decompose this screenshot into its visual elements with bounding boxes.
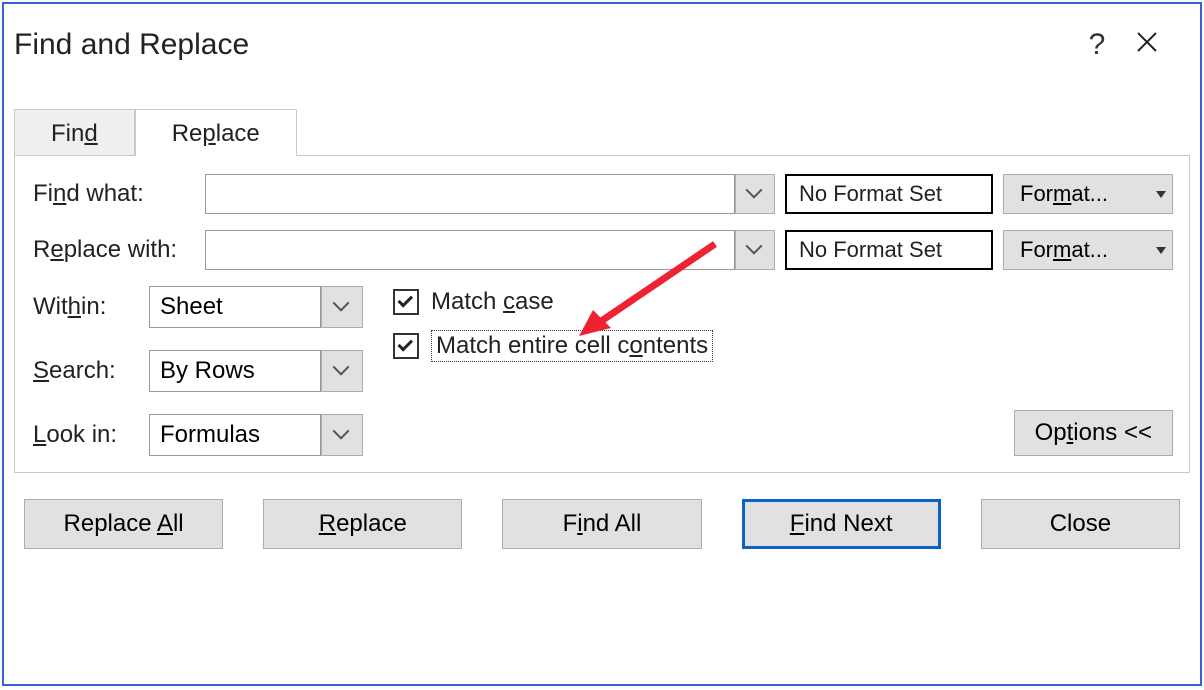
tab-replace[interactable]: Replace [135,109,297,156]
replace-with-row: Replace with: No Format Set Format... [33,230,1173,270]
find-what-label: Find what: [33,180,195,208]
lookin-dropdown[interactable] [321,414,363,456]
find-what-row: Find what: No Format Set Format... [33,174,1173,214]
replace-all-button[interactable]: Replace All [24,499,223,549]
replace-with-combo [205,230,775,270]
titlebar: Find and Replace ? [4,4,1200,70]
find-all-button[interactable]: Find All [502,499,701,549]
lookin-combo [149,414,363,456]
triangle-down-icon [1156,191,1166,198]
within-label: Within: [33,293,141,321]
match-entire-checkbox[interactable]: Match entire cell contents [393,330,713,362]
find-what-combo [205,174,775,214]
find-format-button[interactable]: Format... [1003,174,1173,214]
close-button[interactable]: Close [981,499,1180,549]
lookin-row: Look in: [33,414,363,456]
within-row: Within: [33,286,363,328]
replace-format-button[interactable]: Format... [1003,230,1173,270]
within-dropdown[interactable] [321,286,363,328]
find-what-dropdown[interactable] [735,174,775,214]
search-dropdown[interactable] [321,350,363,392]
replace-button[interactable]: Replace [263,499,462,549]
find-what-input[interactable] [205,174,735,214]
triangle-down-icon [1156,247,1166,254]
dialog-title: Find and Replace [14,28,1072,62]
checkbox-icon [393,333,419,359]
close-icon[interactable] [1122,28,1172,62]
within-combo [149,286,363,328]
replace-with-label: Replace with: [33,236,195,264]
replace-format-status: No Format Set [785,230,993,270]
chevron-down-icon [335,364,349,378]
search-label: Search: [33,357,141,385]
find-replace-dialog: Find and Replace ? Find Replace Find wha… [2,2,1202,686]
search-select[interactable] [149,350,321,392]
help-button[interactable]: ? [1072,28,1122,62]
lookin-select[interactable] [149,414,321,456]
replace-with-dropdown[interactable] [735,230,775,270]
within-select[interactable] [149,286,321,328]
search-combo [149,350,363,392]
tab-strip: Find Replace [4,108,1200,155]
options-grid: Within: Search: [33,286,1173,456]
checks-col: Match case Match entire cell contents [393,286,713,456]
search-row: Search: [33,350,363,392]
find-next-button[interactable]: Find Next [742,499,941,549]
match-case-checkbox[interactable]: Match case [393,288,713,316]
lookin-label: Look in: [33,421,141,449]
chevron-down-icon [748,243,762,257]
checkbox-icon [393,289,419,315]
chevron-down-icon [335,300,349,314]
replace-panel: Find what: No Format Set Format... Repla… [14,155,1190,473]
chevron-down-icon [335,428,349,442]
find-format-status: No Format Set [785,174,993,214]
chevron-down-icon [748,187,762,201]
tab-find[interactable]: Find [14,109,135,156]
dialog-buttons: Replace All Replace Find All Find Next C… [4,473,1200,549]
replace-with-input[interactable] [205,230,735,270]
options-left-col: Within: Search: [33,286,363,456]
options-toggle-button[interactable]: Options << [1014,410,1173,456]
